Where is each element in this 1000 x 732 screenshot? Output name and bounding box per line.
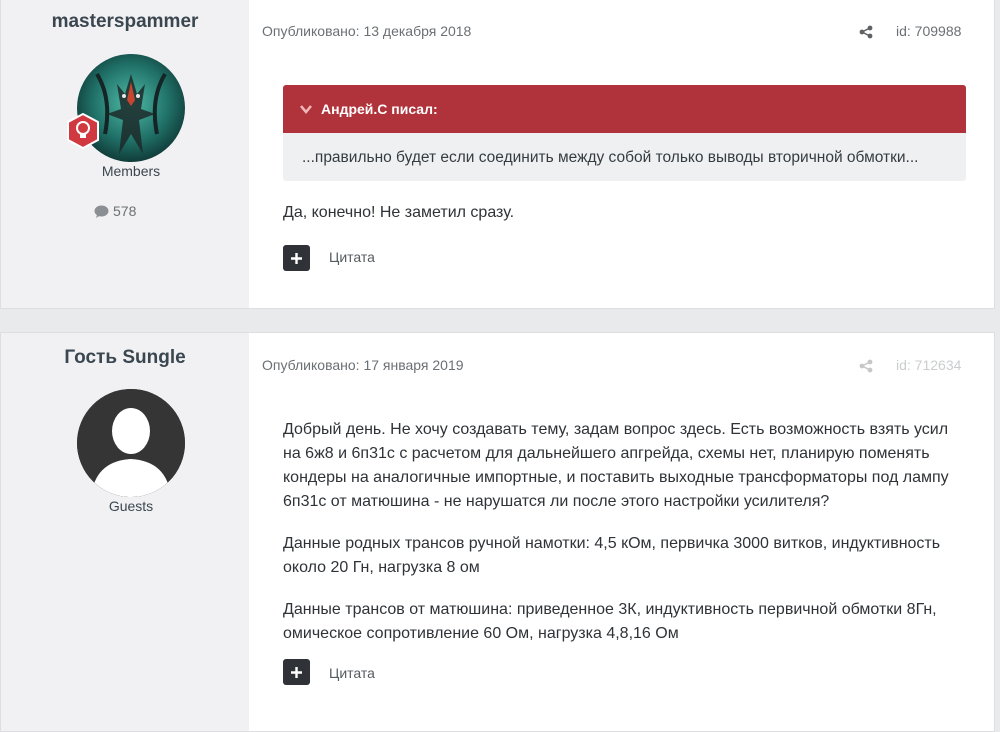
post-date[interactable]: Опубликовано: 13 декабря 2018: [262, 23, 471, 39]
author-name: Гость Sungle: [64, 347, 186, 368]
quote-header[interactable]: Андрей.С писал:: [283, 85, 966, 133]
lightbulb-badge-icon: [65, 112, 101, 150]
author-panel: Гость Sungle Guests: [1, 333, 249, 731]
post-id[interactable]: id: 709988: [896, 23, 961, 39]
post-paragraph: Данные родных трансов ручной намотки: 4,…: [283, 535, 941, 576]
quote-button[interactable]: Цитата: [329, 665, 375, 681]
multiquote-button[interactable]: [283, 245, 310, 271]
post-paragraph: Добрый день. Не хочу создавать тему, зад…: [283, 421, 949, 510]
member-group: Members: [101, 163, 161, 179]
quote-author: Андрей.С писал:: [321, 101, 438, 117]
post-content: Опубликовано: 17 января 2019 id: 712634 …: [249, 333, 994, 731]
post-date[interactable]: Опубликовано: 17 января 2019: [262, 357, 464, 373]
post-712634: Гость Sungle Guests Опубликовано: 17 янв…: [0, 332, 995, 732]
post-count[interactable]: 578: [94, 203, 136, 219]
share-icon[interactable]: [859, 359, 873, 373]
author-panel: masterspammer Members 578: [1, 0, 249, 308]
post-paragraph: Да, конечно! Не заметил сразу.: [283, 204, 515, 221]
share-icon[interactable]: [859, 25, 873, 39]
post-body: Добрый день. Не хочу создавать тему, зад…: [283, 418, 963, 664]
quote-text: ...правильно будет если соединить между …: [302, 149, 919, 166]
plus-icon: [291, 252, 302, 264]
user-silhouette-icon: [77, 389, 185, 497]
post-body: Да, конечно! Не заметил сразу.: [283, 201, 963, 243]
quote-block: Андрей.С писал: ...правильно будет если …: [283, 85, 966, 181]
plus-icon: [291, 666, 302, 678]
comment-icon: [94, 205, 109, 218]
member-group: Guests: [108, 498, 154, 514]
author-name[interactable]: masterspammer: [1, 11, 249, 33]
post-709988: masterspammer Members 578 Опубликовано: …: [0, 0, 995, 309]
post-count-value: 578: [113, 203, 137, 219]
post-content: Опубликовано: 13 декабря 2018 id: 709988…: [249, 0, 994, 308]
post-paragraph: Данные трансов от матюшина: приведенное …: [283, 601, 937, 642]
post-id[interactable]: id: 712634: [896, 357, 961, 373]
chevron-down-icon: [299, 102, 313, 116]
multiquote-button[interactable]: [283, 659, 310, 685]
quote-button[interactable]: Цитата: [329, 249, 375, 265]
